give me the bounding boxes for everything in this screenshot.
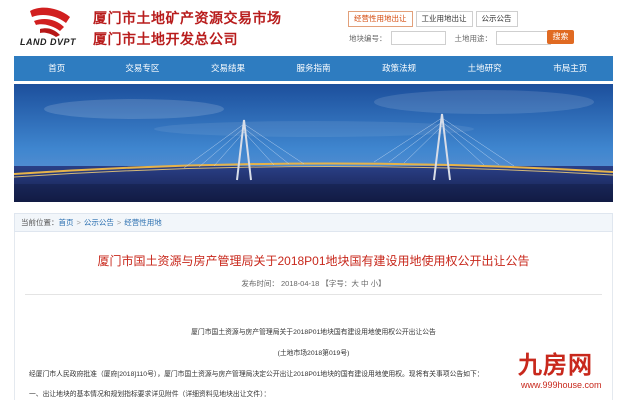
org-name-primary: 厦门市土地矿产资源交易市场 bbox=[93, 10, 282, 26]
logo-text: LAND DVPT bbox=[20, 37, 76, 47]
land-use-label: 土地用途： bbox=[454, 33, 493, 43]
land-use-input[interactable] bbox=[496, 31, 551, 45]
parcel-number-input[interactable] bbox=[390, 31, 446, 45]
article-title: 厦门市国土资源与房产管理局关于2018P01地块国有建设用地使用权公开出让公告 bbox=[97, 254, 530, 268]
breadcrumb-separator: > bbox=[116, 218, 122, 227]
breadcrumb: 当前位置：首页 > 公示公告 > 经营性用地 bbox=[14, 213, 613, 232]
org-name-secondary: 厦门市土地开发总公司 bbox=[93, 31, 238, 47]
bridge-banner-image bbox=[14, 84, 613, 202]
watermark-url: www.999house.com bbox=[521, 380, 602, 390]
nav-service-guide[interactable]: 服务指南 bbox=[271, 56, 357, 81]
nav-trading-zone[interactable]: 交易专区 bbox=[100, 56, 186, 81]
breadcrumb-item-announcements[interactable]: 公示公告 bbox=[84, 218, 114, 227]
search-button[interactable]: 搜索 bbox=[547, 30, 574, 44]
article-meta: 发布时间： 2018-04-18 【字号：大 中 小】 bbox=[241, 279, 386, 288]
watermark-logo: 九房网 bbox=[518, 351, 593, 379]
article-heading: 厦门市国土资源与房产管理局关于2018P01地块国有建设用地使用权公开出让公告 bbox=[191, 329, 436, 336]
search-form: 地块编号： 土地用途： bbox=[349, 30, 560, 46]
breadcrumb-item-home[interactable]: 首页 bbox=[59, 218, 74, 227]
breadcrumb-separator: > bbox=[76, 218, 81, 227]
category-tabs: 经营性用地出让 工业用地出让 公示公告 bbox=[348, 11, 521, 27]
nav-bureau-home[interactable]: 市局主页 bbox=[527, 56, 613, 81]
divider bbox=[25, 294, 602, 295]
parcel-number-label: 地块编号： bbox=[349, 33, 387, 43]
nav-policies[interactable]: 政策法规 bbox=[356, 56, 442, 81]
tab-announcements[interactable]: 公示公告 bbox=[475, 11, 518, 27]
tab-commercial-land[interactable]: 经营性用地出让 bbox=[348, 11, 413, 27]
breadcrumb-prefix: 当前位置： bbox=[21, 218, 59, 227]
site-header: LAND DVPT 厦门市土地矿产资源交易市场 厦门市土地开发总公司 经营性用地… bbox=[0, 0, 625, 56]
tab-industrial-land[interactable]: 工业用地出让 bbox=[415, 11, 473, 27]
nav-home[interactable]: 首页 bbox=[14, 56, 100, 81]
main-nav: 首页 交易专区 交易结果 服务指南 政策法规 土地研究 市局主页 bbox=[14, 56, 613, 81]
nav-land-research[interactable]: 土地研究 bbox=[442, 56, 528, 81]
article-paragraph: 经厦门市人民政府批准（厦府[2018]110号），厦门市国土资源与房产管理局决定… bbox=[29, 371, 484, 378]
article-paragraph: 一、出让地块的基本情况和规划指标要求详见附件（详细资料见地块出让文件）： bbox=[29, 391, 271, 398]
nav-trading-results[interactable]: 交易结果 bbox=[185, 56, 271, 81]
breadcrumb-item-commercial-land[interactable]: 经营性用地 bbox=[124, 218, 162, 227]
